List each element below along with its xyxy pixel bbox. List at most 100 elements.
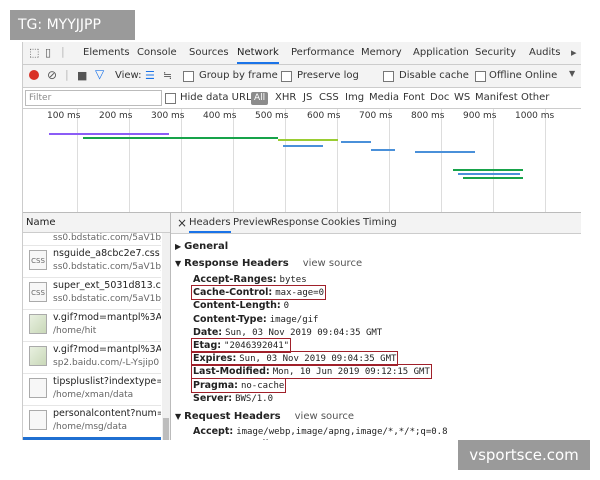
- hide-data-urls-label: Hide data URLs: [180, 92, 257, 103]
- caret-down-icon: ▼: [175, 412, 182, 421]
- request-detail-panel: × Headers Preview Response Cookies Timing ▶ G…: [171, 213, 581, 440]
- tab-application[interactable]: Application: [413, 42, 469, 64]
- close-icon[interactable]: ×: [177, 213, 187, 233]
- disable-cache-checkbox[interactable]: [383, 71, 394, 82]
- request-row[interactable]: v.gif?mod=mancard%3...sp0.baidu.com/-L-W…: [23, 437, 161, 440]
- filter-type-other[interactable]: Other: [521, 88, 549, 108]
- timeline-bar: [458, 173, 520, 175]
- timeline-tick-label: 900 ms: [463, 111, 497, 121]
- request-list-scrollbar[interactable]: [162, 233, 170, 440]
- header-key: Date:: [193, 326, 223, 338]
- tab-network[interactable]: Network: [237, 42, 279, 64]
- tab-performance[interactable]: Performance: [291, 42, 354, 64]
- detail-tab-preview[interactable]: Preview: [233, 213, 272, 233]
- detail-tab-cookies[interactable]: Cookies: [321, 213, 360, 233]
- devtools-panel: ⬚ ▯ | Elements Console Sources Network Perfo…: [22, 42, 581, 440]
- record-icon[interactable]: [29, 70, 39, 80]
- detail-tab-timing[interactable]: Timing: [363, 213, 397, 233]
- request-row[interactable]: CSS super_ext_5031d813.css ss0.bdstatic.co…: [23, 277, 161, 310]
- filter-type-all[interactable]: All: [251, 92, 269, 105]
- timeline-gridline: [337, 109, 338, 212]
- screenshot-camera-icon[interactable]: ■: [77, 69, 87, 82]
- header-key: Accept:: [193, 426, 234, 437]
- header-value: max-age=0: [275, 288, 325, 299]
- filter-icon[interactable]: ▽: [95, 67, 104, 81]
- tab-security[interactable]: Security: [475, 42, 516, 64]
- request-url: /home/xman/data: [53, 390, 134, 400]
- filter-type-font[interactable]: Font: [403, 88, 425, 108]
- filter-type-img[interactable]: Img: [345, 88, 364, 108]
- request-name: tipspluslist?indextype=...: [53, 376, 161, 387]
- response-headers-section-toggle[interactable]: ▼ Response Headers view source: [175, 258, 362, 269]
- header-value: 0: [283, 301, 290, 312]
- request-headers-label: Request Headers: [184, 411, 281, 422]
- general-label: General: [184, 241, 229, 252]
- hide-data-urls-checkbox[interactable]: [165, 93, 176, 104]
- filter-type-xhr[interactable]: XHR: [275, 88, 296, 108]
- request-row[interactable]: v.gif?mod=mantpl%3Ar sp2.baidu.com/-L-Ysj…: [23, 341, 161, 374]
- request-row[interactable]: CSS nsguide_a8cbc2e7.css ss0.bdstatic.com/…: [23, 245, 161, 278]
- general-section-toggle[interactable]: ▶ General: [175, 241, 228, 252]
- timeline-bar: [278, 139, 338, 141]
- detail-tab-headers[interactable]: Headers: [189, 213, 231, 233]
- filter-type-media[interactable]: Media: [369, 88, 399, 108]
- preserve-log-checkbox[interactable]: [281, 71, 292, 82]
- response-header-row: Last-Modified: Mon, 10 Jun 2019 09:12:15 …: [191, 364, 432, 380]
- throttling-select[interactable]: Online: [525, 65, 557, 87]
- timeline-gridline: [285, 109, 286, 212]
- inspect-element-icon[interactable]: ⬚: [29, 46, 39, 59]
- request-headers-section-toggle[interactable]: ▼ Request Headers view source: [175, 411, 354, 422]
- detail-tab-response[interactable]: Response: [271, 213, 319, 233]
- timeline-bar: [283, 145, 323, 147]
- request-name: nsguide_a8cbc2e7.css: [53, 248, 160, 259]
- separator: |: [61, 45, 65, 58]
- request-view-source-link[interactable]: view source: [295, 411, 354, 422]
- watermark-top-left: TG: MYYJJPP: [10, 10, 135, 40]
- overview-icon[interactable]: ≒: [163, 69, 172, 82]
- device-toolbar-icon[interactable]: ▯: [45, 46, 51, 59]
- filter-type-js[interactable]: JS: [303, 88, 312, 108]
- name-column-header[interactable]: Name: [23, 213, 170, 233]
- request-url: /home/msg/data: [53, 422, 128, 432]
- chevron-down-icon[interactable]: ▼: [569, 69, 575, 78]
- clear-icon[interactable]: ⊘: [47, 68, 57, 82]
- response-header-row: Accept-Ranges: bytes: [193, 274, 307, 285]
- offline-checkbox[interactable]: [475, 71, 486, 82]
- caret-down-icon: ▼: [175, 259, 182, 268]
- timeline-tick-label: 700 ms: [359, 111, 393, 121]
- filter-type-manifest[interactable]: Manifest: [475, 88, 518, 108]
- group-by-frame-checkbox[interactable]: [183, 71, 194, 82]
- filter-type-css[interactable]: CSS: [319, 88, 339, 108]
- tab-console[interactable]: Console: [137, 42, 177, 64]
- header-key: Last-Modified:: [193, 366, 270, 378]
- timeline-bar: [49, 133, 169, 135]
- large-rows-icon[interactable]: ☰: [145, 69, 155, 82]
- timeline-bar: [415, 151, 475, 153]
- request-row[interactable]: tipspluslist?indextype=... /home/xman/dat…: [23, 373, 161, 406]
- response-header-row: Expires: Sun, 03 Nov 2019 09:04:35 GMT: [190, 351, 399, 367]
- request-row[interactable]: personalcontent?num=... /home/msg/data: [23, 405, 161, 438]
- timeline-tick-label: 200 ms: [99, 111, 133, 121]
- filter-input[interactable]: Filter: [25, 90, 162, 106]
- request-name: personalcontent?num=...: [53, 408, 161, 419]
- tab-sources[interactable]: Sources: [189, 42, 229, 64]
- request-url: sp2.baidu.com/-L-Ysjip0: [53, 358, 160, 368]
- request-row[interactable]: v.gif?mod=mantpl%3Ar/home/hit: [23, 309, 161, 342]
- filter-type-doc[interactable]: Doc: [430, 88, 449, 108]
- offline-label: Offline: [489, 70, 522, 81]
- header-key: Accept-Encoding:: [193, 439, 286, 440]
- timeline-gridline: [389, 109, 390, 212]
- response-header-row: Cache-Control: max-age=0: [190, 285, 327, 301]
- filter-type-ws[interactable]: WS: [454, 88, 470, 108]
- response-view-source-link[interactable]: view source: [303, 258, 362, 269]
- scrollbar-thumb[interactable]: [163, 418, 169, 440]
- header-value: image/gif: [269, 314, 319, 325]
- more-tabs-icon[interactable]: ▸: [571, 46, 577, 59]
- image-file-icon: [29, 314, 47, 334]
- timeline-gridline: [77, 109, 78, 212]
- tab-audits[interactable]: Audits: [529, 42, 560, 64]
- image-file-icon: [29, 346, 47, 366]
- tab-memory[interactable]: Memory: [361, 42, 402, 64]
- tab-elements[interactable]: Elements: [83, 42, 130, 64]
- request-url: /home/hit: [53, 326, 97, 336]
